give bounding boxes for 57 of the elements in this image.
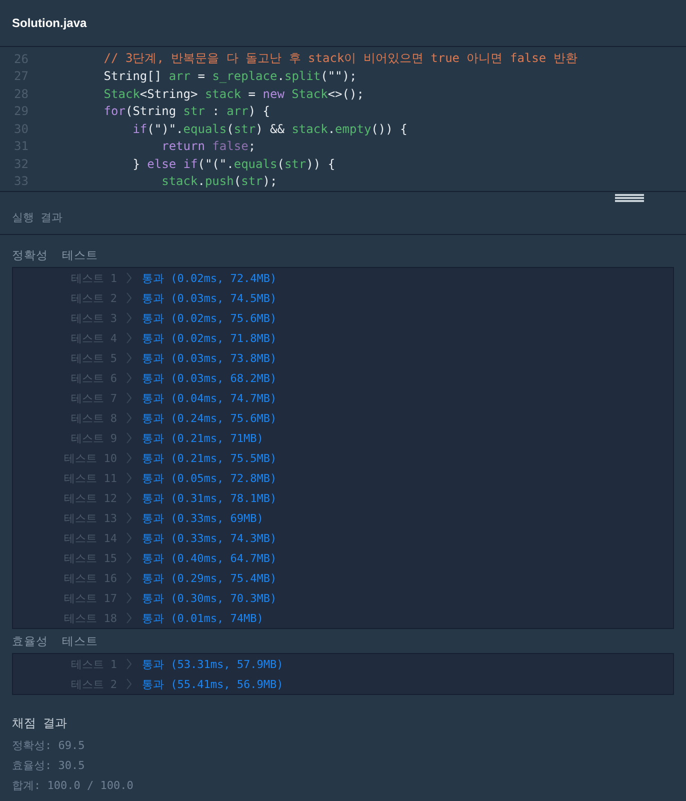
resize-handle-icon[interactable]: [615, 194, 644, 202]
test-result: 통과 (0.03ms, 68.2MB): [142, 370, 277, 386]
chevron-icon: [126, 432, 132, 444]
score-line: 합계: 100.0 / 100.0: [12, 778, 134, 794]
test-result: 통과 (0.04ms, 74.7MB): [142, 390, 277, 406]
chevron-icon: [126, 412, 132, 424]
chevron-icon: [126, 292, 132, 304]
test-group-title: 효율성 테스트: [12, 632, 99, 650]
file-tab-title[interactable]: Solution.java: [12, 16, 87, 30]
test-result: 통과 (0.01ms, 74MB): [142, 610, 264, 626]
test-result: 통과 (0.33ms, 69MB): [142, 510, 264, 526]
grading-title: 채점 결과: [12, 714, 68, 732]
chevron-icon: [126, 272, 132, 284]
test-result: 통과 (0.21ms, 75.5MB): [142, 450, 277, 466]
test-result: 통과 (0.02ms, 71.8MB): [142, 330, 277, 346]
code-line: for(String str : arr) {: [102, 104, 270, 118]
test-result: 통과 (0.02ms, 75.6MB): [142, 310, 277, 326]
code-line: } else if("(".equals(str)) {: [132, 156, 336, 171]
test-result: 통과 (0.33ms, 74.3MB): [142, 530, 277, 546]
test-result: 통과 (53.31ms, 57.9MB): [142, 656, 284, 672]
test-result: 통과 (0.03ms, 74.5MB): [142, 290, 277, 306]
test-result: 통과 (0.03ms, 73.8MB): [142, 350, 277, 366]
results-title: 실행 결과: [12, 210, 63, 224]
chevron-icon: [126, 312, 132, 324]
chevron-icon: [126, 472, 132, 484]
test-result: 통과 (0.40ms, 64.7MB): [142, 550, 277, 566]
test-result: 통과 (0.21ms, 71MB): [142, 430, 264, 446]
test-group-title: 정확성 테스트: [12, 246, 99, 264]
chevron-icon: [126, 572, 132, 584]
chevron-icon: [126, 372, 132, 384]
test-result: 통과 (0.30ms, 70.3MB): [142, 590, 277, 606]
chevron-icon: [126, 512, 132, 524]
chevron-icon: [126, 658, 132, 670]
chevron-icon: [126, 612, 132, 624]
test-result: 통과 (55.41ms, 56.9MB): [142, 676, 284, 692]
chevron-icon: [126, 552, 132, 564]
code-line: Stack<String> stack = new Stack<>();: [102, 86, 364, 101]
score-line: 정확성: 69.5: [12, 738, 86, 754]
chevron-icon: [126, 352, 132, 364]
chevron-icon: [126, 452, 132, 464]
test-result: 통과 (0.24ms, 75.6MB): [142, 410, 277, 426]
test-result: 통과 (0.31ms, 78.1MB): [142, 490, 277, 506]
test-result: 통과 (0.29ms, 75.4MB): [142, 570, 277, 586]
code-line: String[] arr = s_replace.split("");: [102, 69, 357, 84]
code-line: stack.push(str);: [160, 174, 278, 188]
code-line: // 3단계, 반복문을 다 돌고난 후 stack이 비어있으면 true 아니면 false 반환: [102, 50, 578, 68]
chevron-icon: [126, 392, 132, 404]
code-line: return false;: [160, 139, 256, 154]
chevron-icon: [126, 592, 132, 604]
test-result: 통과 (0.02ms, 72.4MB): [142, 270, 277, 286]
chevron-icon: [126, 678, 132, 690]
chevron-icon: [126, 492, 132, 504]
test-result: 통과 (0.05ms, 72.8MB): [142, 470, 277, 486]
code-line: if(")".equals(str) && stack.empty()) {: [132, 122, 408, 136]
score-line: 효율성: 30.5: [12, 758, 86, 774]
chevron-icon: [126, 532, 132, 544]
chevron-icon: [126, 332, 132, 344]
